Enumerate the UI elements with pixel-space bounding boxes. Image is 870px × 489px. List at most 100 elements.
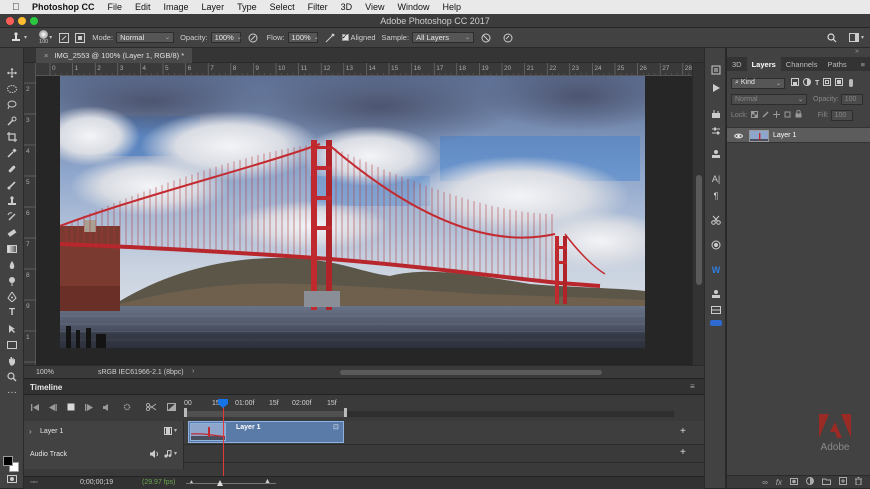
paragraph-panel-icon[interactable]: ¶	[709, 189, 723, 202]
layer-kind-filter[interactable]: ⌕ Kind ⌄	[731, 77, 785, 89]
status-menu-arrow-icon[interactable]: ›	[192, 368, 194, 375]
filter-toggle-icon[interactable]	[849, 79, 854, 87]
menu-edit[interactable]: Edit	[135, 2, 151, 12]
opacity-field[interactable]: 100% ⌄	[210, 32, 242, 43]
work-area-bar[interactable]	[184, 411, 346, 417]
current-time[interactable]: 0;00;00;19	[80, 479, 113, 486]
playhead-handle[interactable]	[218, 399, 228, 408]
menu-select[interactable]: Select	[270, 2, 295, 12]
eyedropper-tool-icon[interactable]	[4, 146, 20, 159]
healing-brush-tool-icon[interactable]	[4, 162, 20, 175]
actions-play-icon[interactable]	[709, 81, 723, 94]
scroll-thumb[interactable]	[696, 175, 702, 285]
pressure-size-icon[interactable]	[502, 32, 514, 44]
collapse-panels-icon[interactable]: »	[855, 48, 859, 55]
clone-stamp-tool-icon[interactable]	[10, 32, 22, 44]
aligned-checkbox[interactable]: Aligned	[341, 32, 376, 42]
tab-layers[interactable]: Layers	[746, 57, 781, 71]
chevron-down-icon[interactable]: ▾	[174, 450, 177, 457]
menu-photoshop[interactable]: Photoshop CC	[32, 2, 95, 12]
workspace-arrow-icon[interactable]: ▾	[861, 34, 864, 41]
clip-options-icon[interactable]: ⊡	[333, 423, 339, 431]
menu-filter[interactable]: Filter	[308, 2, 328, 12]
tab-3d[interactable]: 3D	[727, 57, 747, 71]
lock-transparent-icon[interactable]	[750, 110, 758, 120]
styles-icon[interactable]	[709, 316, 723, 329]
foreground-color-swatch[interactable]	[3, 456, 13, 466]
airbrush-icon[interactable]	[324, 32, 336, 44]
hand-tool-icon[interactable]	[4, 354, 20, 367]
filter-type-icon[interactable]: T	[815, 80, 819, 87]
menu-3d[interactable]: 3D	[341, 2, 353, 12]
dodge-tool-icon[interactable]	[4, 274, 20, 287]
quick-mask-icon[interactable]	[4, 472, 20, 485]
expand-track-icon[interactable]: ›	[29, 427, 32, 436]
music-note-icon[interactable]	[164, 449, 172, 460]
brush-tool-icon[interactable]	[4, 178, 20, 191]
layer-opacity-field[interactable]: 100	[840, 93, 863, 105]
zoom-out-mountain-icon[interactable]: ▲	[189, 479, 194, 485]
apple-menu-icon[interactable]: 	[12, 2, 24, 13]
gradient-tool-icon[interactable]	[4, 242, 20, 255]
move-tool-icon[interactable]	[4, 66, 20, 79]
lock-all-icon[interactable]	[795, 109, 802, 120]
tool-presets-icon[interactable]	[709, 213, 723, 226]
convert-frame-animation-icon[interactable]: ▫▫▫	[30, 479, 37, 486]
history-panel-icon[interactable]	[709, 63, 723, 76]
tab-paths[interactable]: Paths	[822, 57, 851, 71]
swatches-icon[interactable]	[709, 287, 723, 300]
transition-icon[interactable]	[164, 401, 178, 413]
lasso-tool-icon[interactable]	[4, 98, 20, 111]
color-profile-info[interactable]: sRGB IEC61966-2.1 (8bpc)	[98, 369, 184, 376]
chevron-down-icon[interactable]: ▾	[174, 427, 177, 434]
clone-stamp-tool-icon[interactable]	[4, 194, 20, 207]
menu-type[interactable]: Type	[237, 2, 257, 12]
work-area-handle[interactable]	[344, 408, 347, 417]
channels-icon[interactable]	[709, 238, 723, 251]
shape-tool-icon[interactable]	[4, 338, 20, 351]
trash-icon[interactable]	[855, 477, 862, 487]
document-tab[interactable]: × IMG_2553 @ 100% (Layer 1, RGB/8) *	[36, 48, 193, 63]
zoom-slider-track[interactable]	[186, 483, 276, 484]
work-area-handle[interactable]	[184, 408, 187, 417]
fill-field[interactable]: 100	[830, 109, 853, 121]
layer-clip[interactable]: Layer 1 ⊡	[188, 421, 344, 443]
stop-button[interactable]	[64, 401, 78, 413]
marquee-tool-icon[interactable]	[4, 82, 20, 95]
menu-window[interactable]: Window	[397, 2, 429, 12]
tool-preset-arrow-icon[interactable]: ▾	[24, 34, 27, 41]
add-layer-style-icon[interactable]: fx	[776, 478, 782, 487]
panel-menu-icon[interactable]: ≡	[861, 60, 865, 69]
workspace-icon[interactable]	[848, 32, 860, 44]
tab-channels[interactable]: Channels	[781, 57, 823, 71]
menu-help[interactable]: Help	[442, 2, 461, 12]
vertical-scrollbar[interactable]	[692, 63, 704, 365]
character-panel-icon[interactable]: A|	[709, 172, 723, 185]
audio-volume-icon[interactable]	[150, 450, 159, 460]
playback-settings-icon[interactable]	[120, 401, 134, 413]
ignore-adjustment-layers-icon[interactable]	[480, 32, 492, 44]
path-selection-tool-icon[interactable]	[4, 322, 20, 335]
filter-adjustment-icon[interactable]	[803, 78, 811, 88]
menu-layer[interactable]: Layer	[202, 2, 225, 12]
quick-selection-tool-icon[interactable]	[4, 114, 20, 127]
add-audio-button[interactable]: +	[680, 447, 686, 458]
pressure-opacity-icon[interactable]	[247, 32, 259, 44]
brush-panel-icon[interactable]	[58, 32, 70, 44]
previous-frame-icon[interactable]	[46, 401, 60, 413]
blend-mode-select[interactable]: Normal ⌄	[731, 93, 807, 105]
brush-preset-picker[interactable]: 100	[39, 30, 48, 45]
zoom-level[interactable]: 100%	[36, 369, 54, 376]
new-group-icon[interactable]	[822, 478, 831, 487]
film-strip-icon[interactable]	[164, 427, 172, 437]
blur-tool-icon[interactable]	[4, 258, 20, 271]
filter-shape-icon[interactable]	[823, 78, 832, 88]
split-at-playhead-icon[interactable]	[144, 401, 158, 413]
filter-pixel-icon[interactable]	[791, 78, 799, 88]
zoom-in-mountain-icon[interactable]: ▲	[264, 478, 271, 485]
link-layers-icon[interactable]: ∞	[762, 478, 768, 487]
layer-row-layer-1[interactable]: Layer 1	[727, 127, 870, 143]
document-image[interactable]	[60, 76, 645, 348]
menu-view[interactable]: View	[365, 2, 384, 12]
pen-tool-icon[interactable]	[4, 290, 20, 303]
